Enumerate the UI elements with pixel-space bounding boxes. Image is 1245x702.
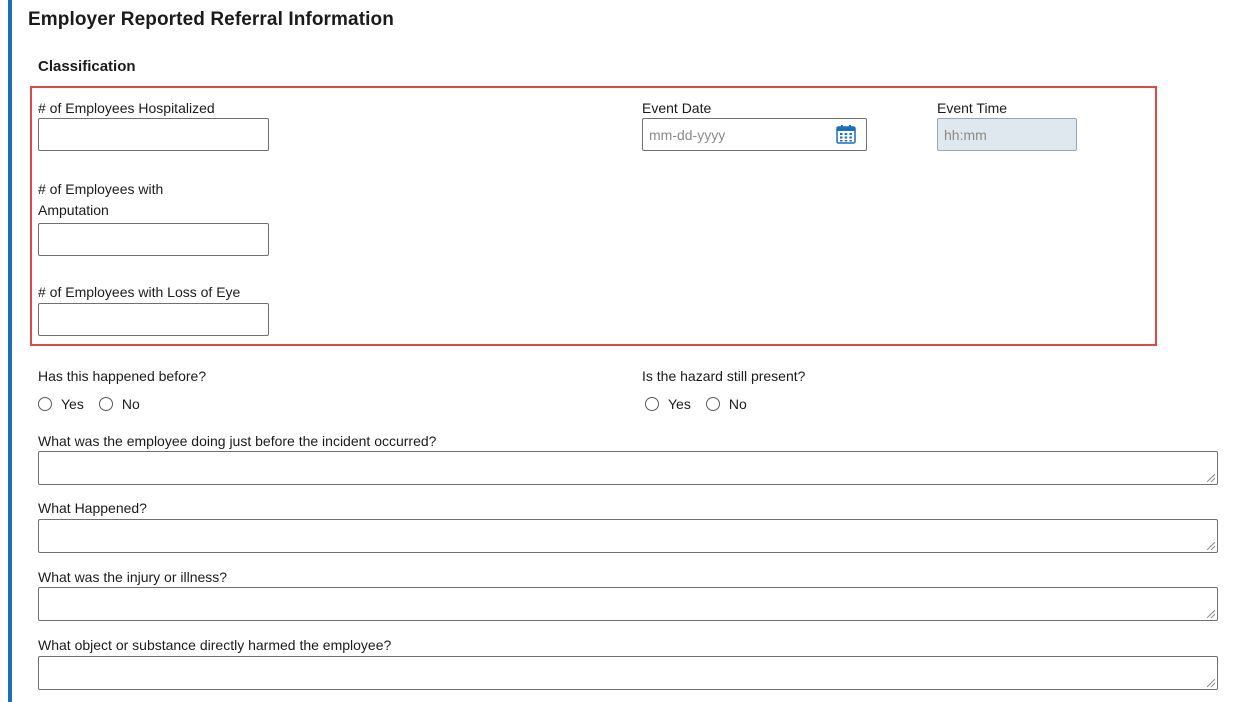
happened-before-no-radio[interactable] [98,397,113,411]
resize-grip-icon[interactable] [1207,610,1215,618]
hazard-present-no-radio[interactable] [705,397,720,411]
object-substance-textarea[interactable] [38,656,1218,690]
amputation-label-line1: # of Employees with [38,181,164,197]
happened-before-label: Has this happened before? [38,368,207,384]
object-substance-label: What object or substance directly harmed… [38,637,392,653]
resize-grip-icon[interactable] [1207,474,1215,482]
what-happened-label: What Happened? [38,500,147,516]
hazard-present-yes-radio[interactable] [645,397,659,411]
hospitalized-input[interactable] [38,118,269,151]
hazard-present-yes-label[interactable]: Yes [668,396,691,412]
happened-before-radio-group: Yes No [38,396,155,412]
injury-illness-textarea[interactable] [38,587,1218,621]
event-time-label: Event Time [937,100,1008,116]
hospitalized-label: # of Employees Hospitalized [38,100,215,116]
amputation-label-line2: Amputation [38,202,109,218]
what-happened-textarea[interactable] [38,519,1218,553]
doing-before-textarea[interactable] [38,451,1218,485]
happened-before-no-label[interactable]: No [122,396,140,412]
loss-of-eye-label: # of Employees with Loss of Eye [38,284,241,300]
event-date-input[interactable] [642,118,867,151]
happened-before-yes-label[interactable]: Yes [61,396,84,412]
resize-grip-icon[interactable] [1207,679,1215,687]
classification-heading: Classification [38,58,136,75]
amputation-input[interactable] [38,223,269,256]
injury-illness-label: What was the injury or illness? [38,569,228,585]
event-time-input [937,118,1077,151]
calendar-icon[interactable] [836,124,856,144]
event-date-label: Event Date [642,100,712,116]
resize-grip-icon[interactable] [1207,542,1215,550]
section-title: Employer Reported Referral Information [28,9,394,30]
hazard-present-label: Is the hazard still present? [642,368,806,384]
hazard-present-radio-group: Yes No [645,396,762,412]
loss-of-eye-input[interactable] [38,303,269,336]
doing-before-label: What was the employee doing just before … [38,433,437,449]
happened-before-yes-radio[interactable] [38,397,52,411]
hazard-present-no-label[interactable]: No [729,396,747,412]
left-accent-bar [8,0,12,702]
